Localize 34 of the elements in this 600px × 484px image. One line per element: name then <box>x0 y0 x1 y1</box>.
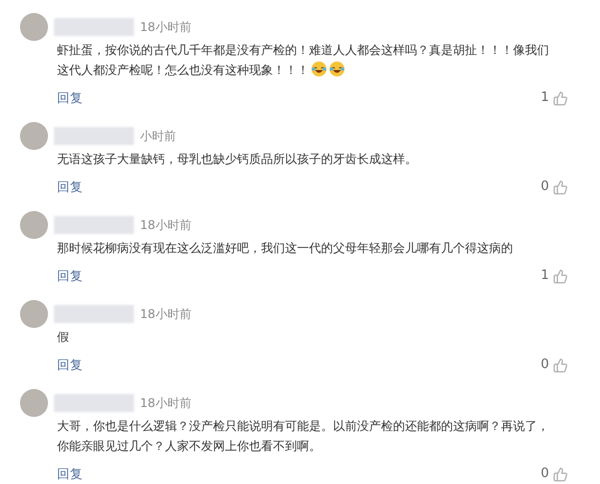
avatar[interactable] <box>20 122 48 150</box>
avatar[interactable] <box>20 389 48 417</box>
reply-link[interactable]: 回复 <box>57 178 83 196</box>
laughing-emoji-icon <box>311 61 327 77</box>
thumbs-up-icon[interactable] <box>553 180 568 194</box>
comment-time: 18小时前 <box>140 19 192 36</box>
comment-text: 虾扯蛋，按你说的古代几千年都是没有产检的！难道人人都会这样吗？真是胡扯！！！像我们 <box>57 42 549 59</box>
comment-text: 这代人都没产检呢！怎么也没有这种现象！！！ <box>57 60 345 80</box>
avatar[interactable] <box>20 300 48 328</box>
comment-time: 18小时前 <box>140 217 192 234</box>
comment-time: 小时前 <box>140 128 176 145</box>
avatar[interactable] <box>20 13 48 41</box>
comment-text: 你能亲眼见过几个？人家不发网上你也看不到啊。 <box>57 438 321 455</box>
comment-time: 18小时前 <box>140 306 192 323</box>
thumbs-up-icon[interactable] <box>553 90 568 106</box>
like-count: 0 <box>540 178 549 196</box>
avatar[interactable] <box>20 211 48 239</box>
reply-link[interactable]: 回复 <box>57 266 83 286</box>
comment-text: 那时候花柳病没有现在这么泛滥好吧，我们这一代的父母年轻那会儿哪有几个得这病的 <box>57 240 513 257</box>
reply-link[interactable]: 回复 <box>57 464 83 484</box>
thumbs-up-icon[interactable] <box>553 358 568 372</box>
reply-link[interactable]: 回复 <box>57 88 83 108</box>
laughing-emoji-icon <box>329 61 345 77</box>
like-count: 0 <box>540 465 549 484</box>
comment-text: 无语这孩子大量缺钙，母乳也缺少钙质品所以孩子的牙齿长成这样。 <box>57 151 417 168</box>
comment-text: 大哥，你也是什么逻辑？没产检只能说明有可能是。以前没产检的还能都的这病啊？再说了， <box>57 418 549 435</box>
thumbs-up-icon[interactable] <box>553 268 568 284</box>
comment-time: 18小时前 <box>140 395 192 412</box>
like-count: 1 <box>540 267 549 286</box>
comment-text: 假 <box>57 329 69 346</box>
like-count: 1 <box>540 89 549 108</box>
like-count: 0 <box>540 356 549 374</box>
reply-link[interactable]: 回复 <box>57 356 83 374</box>
thumbs-up-icon[interactable] <box>553 466 568 482</box>
